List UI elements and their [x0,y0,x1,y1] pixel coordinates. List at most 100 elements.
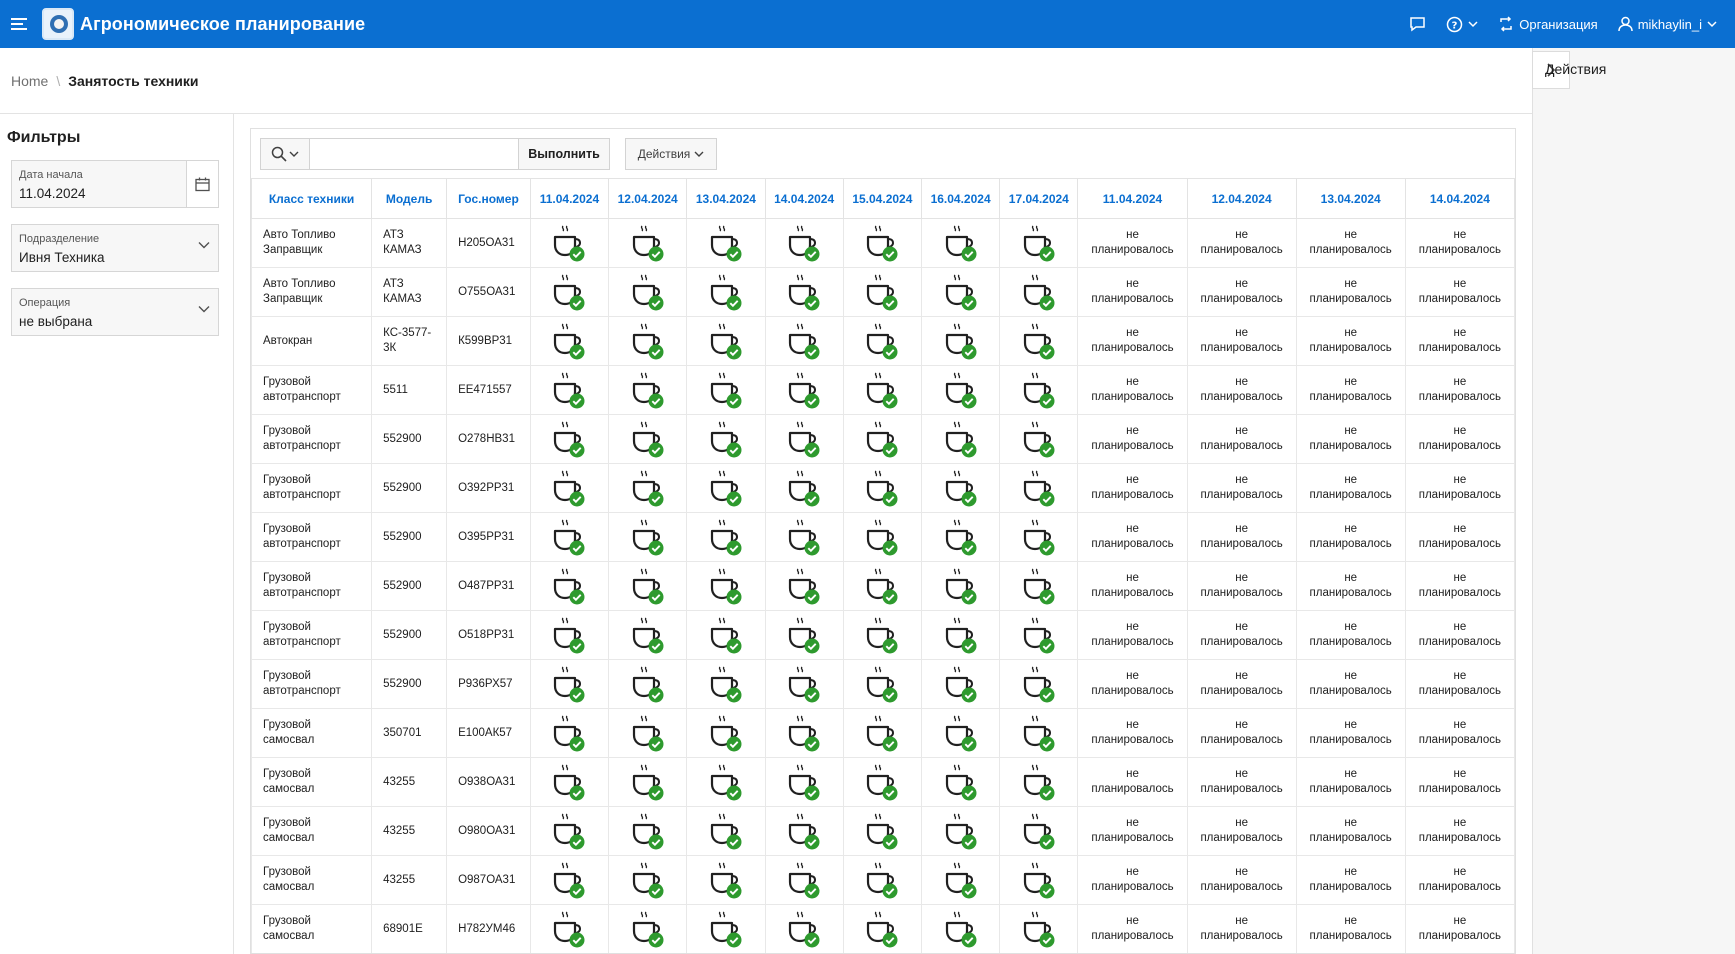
status-cell[interactable] [920,806,1001,856]
status-cell[interactable] [842,855,922,905]
column-header[interactable]: 13.04.2024 [686,178,766,219]
start-date-value[interactable]: 11.04.2024 [19,186,86,201]
status-cell[interactable] [608,806,688,856]
status-cell[interactable] [764,806,844,856]
app-logo[interactable] [42,8,74,40]
start-date-field[interactable]: Дата начала 11.04.2024 [11,160,219,208]
status-cell[interactable] [529,463,610,513]
status-cell[interactable] [764,218,844,268]
column-header[interactable]: 15.04.2024 [842,178,922,219]
status-cell[interactable] [608,512,688,562]
status-cell[interactable] [529,365,610,415]
status-cell[interactable] [920,708,1001,758]
status-cell[interactable] [608,904,688,953]
status-cell[interactable] [764,512,844,562]
column-header[interactable]: 12.04.2024 [608,178,688,219]
status-cell[interactable] [764,316,844,366]
status-cell[interactable] [764,414,844,464]
status-cell[interactable] [842,316,922,366]
column-header[interactable]: Класс техники [251,178,373,219]
status-cell[interactable] [999,708,1079,758]
menu-icon[interactable] [2,0,38,48]
status-cell[interactable] [920,512,1001,562]
breadcrumb-home-link[interactable]: Home [11,73,48,89]
status-cell[interactable] [842,806,922,856]
feedback-icon[interactable] [1409,16,1426,32]
status-cell[interactable] [529,855,610,905]
status-cell[interactable] [686,365,766,415]
status-cell[interactable] [764,561,844,611]
column-header[interactable]: 11.04.2024 [529,178,610,219]
status-cell[interactable] [529,806,610,856]
column-header[interactable]: Гос.номер [446,178,531,219]
user-menu[interactable]: mikhaylin_i [1617,16,1717,32]
status-cell[interactable] [999,463,1079,513]
go-button[interactable]: Выполнить [518,139,609,169]
status-cell[interactable] [529,414,610,464]
status-cell[interactable] [608,561,688,611]
status-cell[interactable] [842,708,922,758]
status-cell[interactable] [999,659,1079,709]
status-cell[interactable] [608,365,688,415]
status-cell[interactable] [842,610,922,660]
status-cell[interactable] [764,757,844,807]
status-cell[interactable] [608,414,688,464]
operation-select[interactable]: Операция не выбрана [11,288,219,336]
status-cell[interactable] [764,708,844,758]
status-cell[interactable] [842,267,922,317]
status-cell[interactable] [842,463,922,513]
status-cell[interactable] [686,316,766,366]
status-cell[interactable] [999,610,1079,660]
status-cell[interactable] [529,708,610,758]
column-header[interactable]: 14.04.2024 [1404,178,1515,219]
status-cell[interactable] [686,218,766,268]
status-cell[interactable] [529,904,610,953]
status-cell[interactable] [999,806,1079,856]
status-cell[interactable] [920,757,1001,807]
actions-menu-button[interactable]: Действия [625,138,717,170]
status-cell[interactable] [842,561,922,611]
status-cell[interactable] [999,757,1079,807]
calendar-button[interactable] [186,161,218,207]
status-cell[interactable] [686,855,766,905]
organization-menu[interactable]: Организация [1498,16,1598,32]
status-cell[interactable] [529,561,610,611]
status-cell[interactable] [686,463,766,513]
division-value[interactable]: Ивня Техника [19,250,105,265]
search-column-selector[interactable] [261,139,310,169]
status-cell[interactable] [686,267,766,317]
status-cell[interactable] [686,610,766,660]
operation-value[interactable]: не выбрана [19,314,92,329]
status-cell[interactable] [764,610,844,660]
status-cell[interactable] [608,855,688,905]
status-cell[interactable] [842,659,922,709]
status-cell[interactable] [764,463,844,513]
status-cell[interactable] [764,855,844,905]
column-header[interactable]: 12.04.2024 [1186,178,1297,219]
status-cell[interactable] [920,316,1001,366]
status-cell[interactable] [608,610,688,660]
status-cell[interactable] [764,904,844,953]
status-cell[interactable] [842,365,922,415]
status-cell[interactable] [608,267,688,317]
status-cell[interactable] [999,904,1079,953]
app-title[interactable]: Агрономическое планирование [80,14,365,35]
status-cell[interactable] [686,757,766,807]
status-cell[interactable] [920,365,1001,415]
status-cell[interactable] [529,659,610,709]
help-menu[interactable]: ? [1446,16,1478,33]
status-cell[interactable] [529,512,610,562]
status-cell[interactable] [608,463,688,513]
status-cell[interactable] [608,659,688,709]
status-cell[interactable] [529,218,610,268]
status-cell[interactable] [529,757,610,807]
status-cell[interactable] [920,561,1001,611]
status-cell[interactable] [999,218,1079,268]
column-header[interactable]: 17.04.2024 [999,178,1079,219]
column-header[interactable]: Модель [371,178,448,219]
status-cell[interactable] [842,414,922,464]
status-cell[interactable] [608,708,688,758]
status-cell[interactable] [608,218,688,268]
division-select[interactable]: Подразделение Ивня Техника [11,224,219,272]
status-cell[interactable] [920,414,1001,464]
